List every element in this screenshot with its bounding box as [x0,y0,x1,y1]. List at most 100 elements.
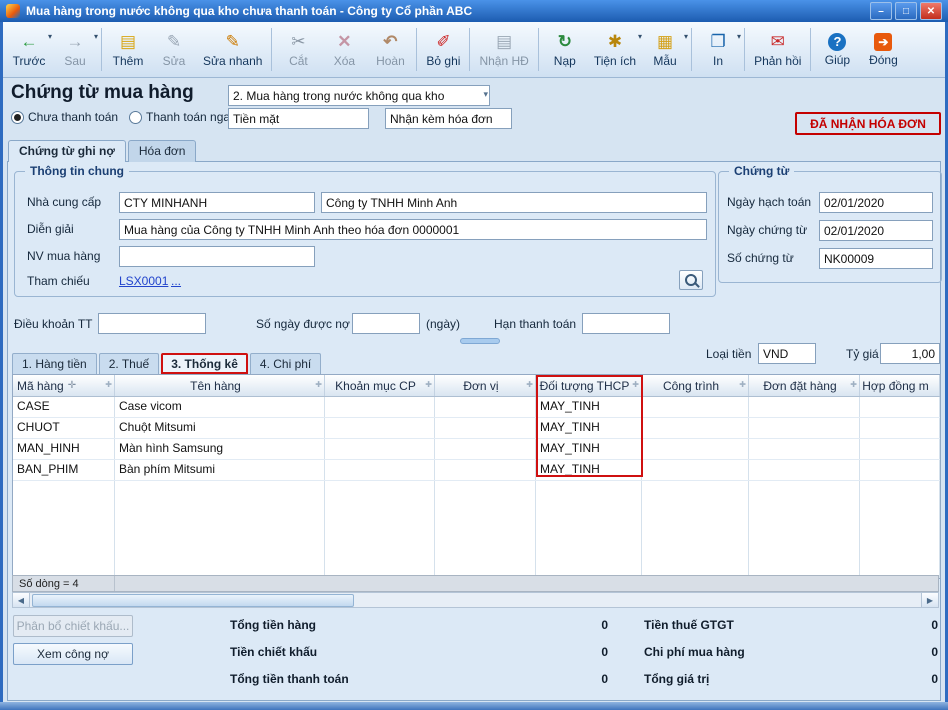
scroll-right-button[interactable]: ▶ [921,593,938,607]
grid-cell[interactable]: Case vicom [115,397,325,417]
grid-cell[interactable] [325,397,435,417]
tab-chung-tu-ghi-no[interactable]: Chứng từ ghi nợ [8,140,126,162]
payment-method-combo[interactable] [228,108,369,129]
table-row[interactable]: CASE Case vicom MAY_TINH [13,397,940,418]
grid-cell[interactable] [435,460,536,480]
toolbar-button-dong[interactable]: Đóng [860,24,906,75]
toolbar-button-sau[interactable]: Sau [52,24,98,75]
column-filter-icon[interactable] [425,380,432,389]
scroll-left-button[interactable]: ◀ [13,593,30,607]
grid-cell[interactable] [860,439,940,459]
buyer-input[interactable] [119,246,315,267]
grid-cell[interactable] [749,460,860,480]
grid-cell[interactable] [325,460,435,480]
grid-cell[interactable] [435,397,536,417]
column-header-don-vi[interactable]: Đơn vị [435,375,536,396]
maximize-button[interactable]: □ [895,2,917,20]
grid-cell[interactable]: Màn hình Samsung [115,439,325,459]
tab-thong-ke[interactable]: 3. Thống kê [161,353,248,374]
toolbar-button-them[interactable]: Thêm [105,24,151,75]
table-row[interactable]: MAN_HINH Màn hình Samsung MAY_TINH [13,439,940,460]
close-button[interactable]: ✕ [920,2,942,20]
grid-cell[interactable] [325,418,435,438]
column-filter-icon[interactable] [315,380,322,389]
radio-thanh-toan-ngay[interactable]: Thanh toán ngay [129,110,236,124]
grid-cell[interactable] [435,418,536,438]
tab-hang-tien[interactable]: 1. Hàng tiền [12,353,97,374]
grid-cell[interactable] [860,460,940,480]
toolbar-button-bo-ghi[interactable]: Bỏ ghi [420,24,466,75]
grid-cell[interactable] [642,439,749,459]
tab-chi-phi[interactable]: 4. Chi phí [250,353,321,374]
column-header-doi-tuong-thcp[interactable]: Đối tượng THCP [536,375,642,396]
scrollbar-thumb[interactable] [32,594,354,607]
toolbar-button-in[interactable]: In [695,24,741,75]
column-filter-icon[interactable] [526,380,533,389]
column-filter-icon[interactable] [739,380,746,389]
radio-chua-thanh-toan[interactable]: Chưa thanh toán [11,110,118,124]
minimize-button[interactable]: – [870,2,892,20]
splitter-handle[interactable] [460,338,500,344]
caret-down-icon[interactable] [94,32,98,41]
column-header-ma-hang[interactable]: Mã hàng [13,375,115,396]
supplier-name-input[interactable] [321,192,707,213]
grid-cell[interactable] [325,439,435,459]
toolbar-button-giup[interactable]: Giúp [814,24,860,75]
caret-down-icon[interactable] [483,89,488,100]
grid-cell[interactable]: CHUOT [13,418,115,438]
column-header-khoan-muc-cp[interactable]: Khoản mục CP [325,375,435,396]
reference-more-link[interactable]: ... [171,274,181,288]
view-debt-button[interactable]: Xem công nợ [13,643,133,665]
doc-no-input[interactable] [819,248,933,269]
caret-down-icon[interactable] [737,32,741,41]
grid-cell[interactable] [860,397,940,417]
grid-cell[interactable]: Chuột Mitsumi [115,418,325,438]
column-filter-icon[interactable] [632,380,639,389]
grid-cell[interactable]: MAN_HINH [13,439,115,459]
posting-date-input[interactable] [819,192,933,213]
grid-cell[interactable]: BAN_PHIM [13,460,115,480]
toolbar-button-hoan[interactable]: Hoàn [367,24,413,75]
grid-cell[interactable]: Bàn phím Mitsumi [115,460,325,480]
grid-cell[interactable] [642,397,749,417]
grid-cell[interactable] [860,418,940,438]
table-row[interactable]: CHUOT Chuột Mitsumi MAY_TINH [13,418,940,439]
rate-input[interactable] [880,343,940,364]
toolbar-button-truoc[interactable]: Trước [6,24,52,75]
grid-cell[interactable] [749,439,860,459]
grid-cell[interactable] [435,439,536,459]
grid-cell[interactable]: MAY_TINH [536,418,642,438]
grid-cell[interactable]: MAY_TINH [536,397,642,417]
horizontal-scrollbar[interactable]: ◀ ▶ [12,592,939,608]
toolbar-button-cat[interactable]: Cắt [275,24,321,75]
caret-down-icon[interactable] [684,32,688,41]
toolbar-button-nap[interactable]: Nạp [542,24,588,75]
grid-cell[interactable] [642,418,749,438]
description-input[interactable] [119,219,707,240]
grid-cell[interactable]: MAY_TINH [536,460,642,480]
grid-cell[interactable] [642,460,749,480]
toolbar-button-phan-hoi[interactable]: Phản hồi [748,24,807,75]
grid-cell[interactable]: CASE [13,397,115,417]
payment-method-input[interactable] [228,108,369,129]
toolbar-button-xoa[interactable]: Xóa [321,24,367,75]
invoice-receive-combo[interactable] [385,108,512,129]
currency-input[interactable] [758,343,816,364]
debt-days-input[interactable] [352,313,420,334]
column-filter-icon[interactable] [105,380,112,389]
grid-cell[interactable]: MAY_TINH [536,439,642,459]
tab-hoa-don[interactable]: Hóa đơn [128,140,197,162]
column-header-don-dat-hang[interactable]: Đơn đặt hàng [749,375,860,396]
reference-link[interactable]: LSX0001 [119,274,168,288]
pin-icon[interactable] [68,380,76,391]
column-header-cong-trinh[interactable]: Công trình [642,375,749,396]
doc-type-input[interactable] [228,85,490,106]
tab-thue[interactable]: 2. Thuế [99,353,159,374]
allocate-discount-button[interactable]: Phân bổ chiết khấu... [13,615,133,637]
toolbar-button-sua-nhanh[interactable]: Sửa nhanh [197,24,268,75]
lookup-button[interactable] [679,270,703,290]
due-date-input[interactable] [582,313,670,334]
supplier-code-input[interactable] [119,192,315,213]
column-header-ten-hang[interactable]: Tên hàng [115,375,325,396]
doc-type-combo[interactable] [228,85,490,106]
